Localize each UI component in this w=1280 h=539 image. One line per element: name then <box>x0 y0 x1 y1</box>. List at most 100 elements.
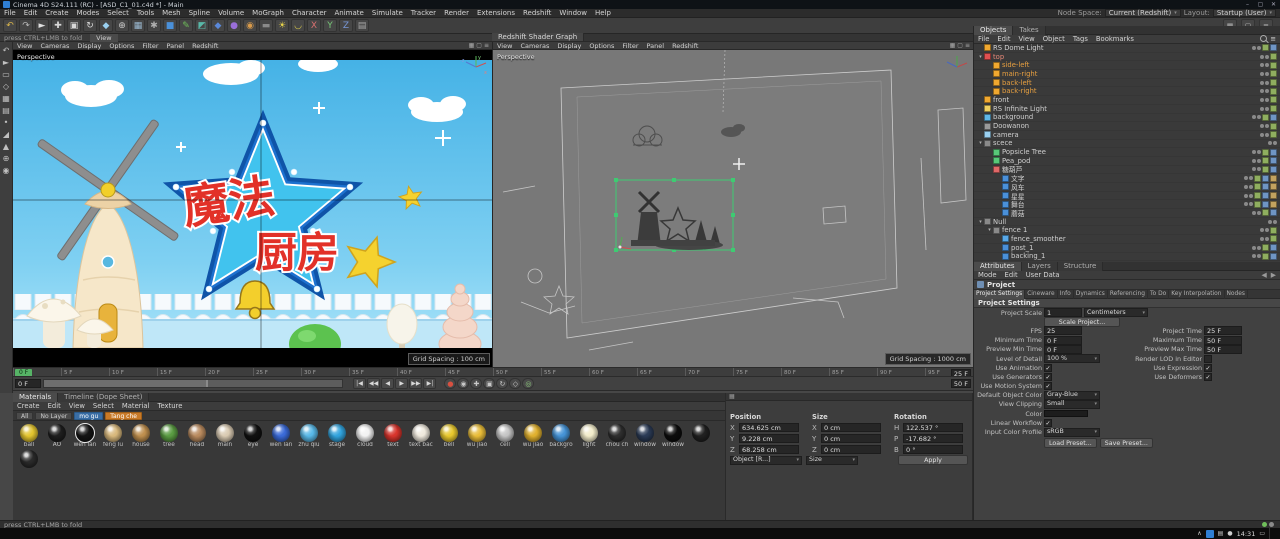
menu-spline[interactable]: Spline <box>185 9 215 17</box>
tree-item-12[interactable]: Popsicle Tree <box>974 148 1280 157</box>
tab-redshift-shader-graph[interactable]: Redshift Shader Graph <box>492 33 585 41</box>
object-tag[interactable] <box>1262 183 1269 191</box>
tab-attributes[interactable]: Attributes <box>974 262 1022 271</box>
section-tab-project-settings[interactable]: Project Settings <box>974 290 1026 299</box>
visibility-dot-editor[interactable] <box>1244 176 1248 181</box>
object-tag[interactable] <box>1270 113 1277 121</box>
tree-item-6[interactable]: front <box>974 96 1280 105</box>
object-tag[interactable] <box>1270 79 1277 87</box>
layout-select[interactable]: Startup (User) ▾ <box>1212 9 1276 17</box>
current-frame-field[interactable]: 0 F <box>15 379 41 388</box>
tree-item-10[interactable]: camera <box>974 131 1280 140</box>
material-0[interactable]: ball <box>15 423 43 448</box>
tree-item-11[interactable]: ▾ scece <box>974 139 1280 149</box>
vpl-menu-panel[interactable]: Panel <box>163 42 189 50</box>
object-tag[interactable] <box>1270 244 1277 252</box>
attr-input-project-time[interactable]: 25 F <box>1204 326 1242 336</box>
live-selection-icon[interactable]: ► <box>35 19 49 32</box>
expand-toggle[interactable]: ▾ <box>977 54 984 60</box>
visibility-dot-editor[interactable] <box>1260 236 1264 241</box>
coordinate-field-rotation-p[interactable]: -17.682 ° <box>903 434 963 443</box>
object-tag[interactable] <box>1262 244 1269 252</box>
visibility-dot-editor[interactable] <box>1268 219 1272 224</box>
visibility-dot-editor[interactable] <box>1260 106 1264 111</box>
tab-takes[interactable]: Takes <box>1013 26 1046 35</box>
visibility-dot-editor[interactable] <box>1252 245 1256 250</box>
tree-item-8[interactable]: background <box>974 113 1280 123</box>
menu-mesh[interactable]: Mesh <box>158 9 184 17</box>
section-tab-info[interactable]: Info <box>1058 290 1074 299</box>
visibility-dot-editor[interactable] <box>1244 184 1248 189</box>
attr-checkbox-use-deformers[interactable]: ✓ <box>1204 372 1212 381</box>
material-22[interactable]: window <box>631 423 659 448</box>
object-tag[interactable] <box>1262 192 1269 200</box>
next-frame-button[interactable]: ▶▶ <box>409 378 423 389</box>
material-12[interactable]: cloud <box>351 423 379 448</box>
material-4[interactable]: house <box>127 423 155 448</box>
object-tag[interactable] <box>1262 165 1269 173</box>
vpl-menu-cameras[interactable]: Cameras <box>36 42 73 50</box>
menu-tracker[interactable]: Tracker <box>407 9 440 17</box>
workplane-icon[interactable]: ▤ <box>355 19 369 32</box>
visibility-dot-render[interactable] <box>1265 71 1269 76</box>
model-mode-icon[interactable]: ◇ <box>1 81 12 92</box>
object-tag[interactable] <box>1270 87 1277 95</box>
visibility-dot-editor[interactable] <box>1260 71 1264 76</box>
layer-filter-no-layer[interactable]: No Layer <box>35 411 73 420</box>
visibility-dot-render[interactable] <box>1265 132 1269 137</box>
material-5[interactable]: tree <box>155 423 183 448</box>
visibility-dot-editor[interactable] <box>1260 80 1264 85</box>
attr-input-fps[interactable]: 25 <box>1044 326 1082 336</box>
notifications-icon[interactable]: ▭ <box>1259 530 1265 537</box>
viewport-options-icon[interactable]: ≡ <box>484 42 489 49</box>
attr-dropdown-view-clipping[interactable]: Small ▾ <box>1044 399 1100 409</box>
object-tag[interactable] <box>1262 252 1269 260</box>
tray-app-icon[interactable] <box>1205 529 1214 538</box>
visibility-dot-render[interactable] <box>1257 245 1261 250</box>
visibility-dot-editor[interactable] <box>1268 141 1272 146</box>
history-forward-icon[interactable]: ▶ <box>1271 271 1276 279</box>
section-tab-nodes[interactable]: Nodes <box>1225 290 1248 299</box>
minimize-button[interactable]: – <box>1241 1 1254 8</box>
polygons-mode-icon[interactable]: ▲ <box>1 141 12 152</box>
object-tag[interactable] <box>1270 122 1277 130</box>
attr-checkbox-use-expression[interactable]: ✓ <box>1204 363 1212 372</box>
undo-icon[interactable]: ↶ <box>3 19 17 32</box>
undo-icon[interactable]: ↶ <box>1 45 12 56</box>
light-tool-icon[interactable]: ☀ <box>275 19 289 32</box>
visibility-dot-editor[interactable] <box>1252 158 1256 163</box>
visibility-dot-render[interactable] <box>1257 45 1261 50</box>
object-tag[interactable] <box>1270 174 1277 182</box>
objects-menu-edit[interactable]: Edit <box>993 35 1014 43</box>
visibility-dot-editor[interactable] <box>1252 115 1256 120</box>
volume-icon[interactable]: ● <box>1227 530 1232 537</box>
section-tab-referencing[interactable]: Referencing <box>1108 290 1149 299</box>
object-tag[interactable] <box>1270 226 1277 234</box>
vpr-menu-display[interactable]: Display <box>553 42 585 50</box>
enable-axis-icon[interactable]: ⊕ <box>1 153 12 164</box>
object-tag[interactable] <box>1270 131 1277 139</box>
materials-menu-select[interactable]: Select <box>89 402 118 410</box>
render-view-icon[interactable]: ▦ <box>131 19 145 32</box>
menu-extensions[interactable]: Extensions <box>473 9 519 17</box>
object-tag[interactable] <box>1254 183 1261 191</box>
attr-input-preview-min-time[interactable]: 0 F <box>1044 344 1082 354</box>
object-tag[interactable] <box>1262 174 1269 182</box>
preview-end-field[interactable]: 25 F <box>950 369 971 376</box>
power-slider[interactable] <box>43 379 343 388</box>
visibility-dot-editor[interactable] <box>1252 150 1256 155</box>
tree-item-7[interactable]: RS Infinite Light <box>974 105 1280 114</box>
visibility-dot-editor[interactable] <box>1252 210 1256 215</box>
show-desktop-button[interactable] <box>1269 528 1272 539</box>
apply-button[interactable]: Apply <box>898 455 968 465</box>
object-tag[interactable] <box>1270 200 1277 208</box>
node-space-select[interactable]: Current (Redshift) ▾ <box>1104 9 1181 17</box>
viewport-maximize-icon[interactable]: ▦ <box>469 42 475 49</box>
viewport-options-icon[interactable]: ≡ <box>965 42 970 49</box>
attr-checkbox-use-animation[interactable]: ✓ <box>1044 363 1052 372</box>
visibility-dot-editor[interactable] <box>1252 45 1256 50</box>
layer-filter-all[interactable]: All <box>16 411 34 420</box>
tree-item-21[interactable]: ▾ fence 1 <box>974 226 1280 236</box>
edges-mode-icon[interactable]: ◢ <box>1 129 12 140</box>
coordinate-field-size-z[interactable]: 0 cm <box>821 445 881 454</box>
